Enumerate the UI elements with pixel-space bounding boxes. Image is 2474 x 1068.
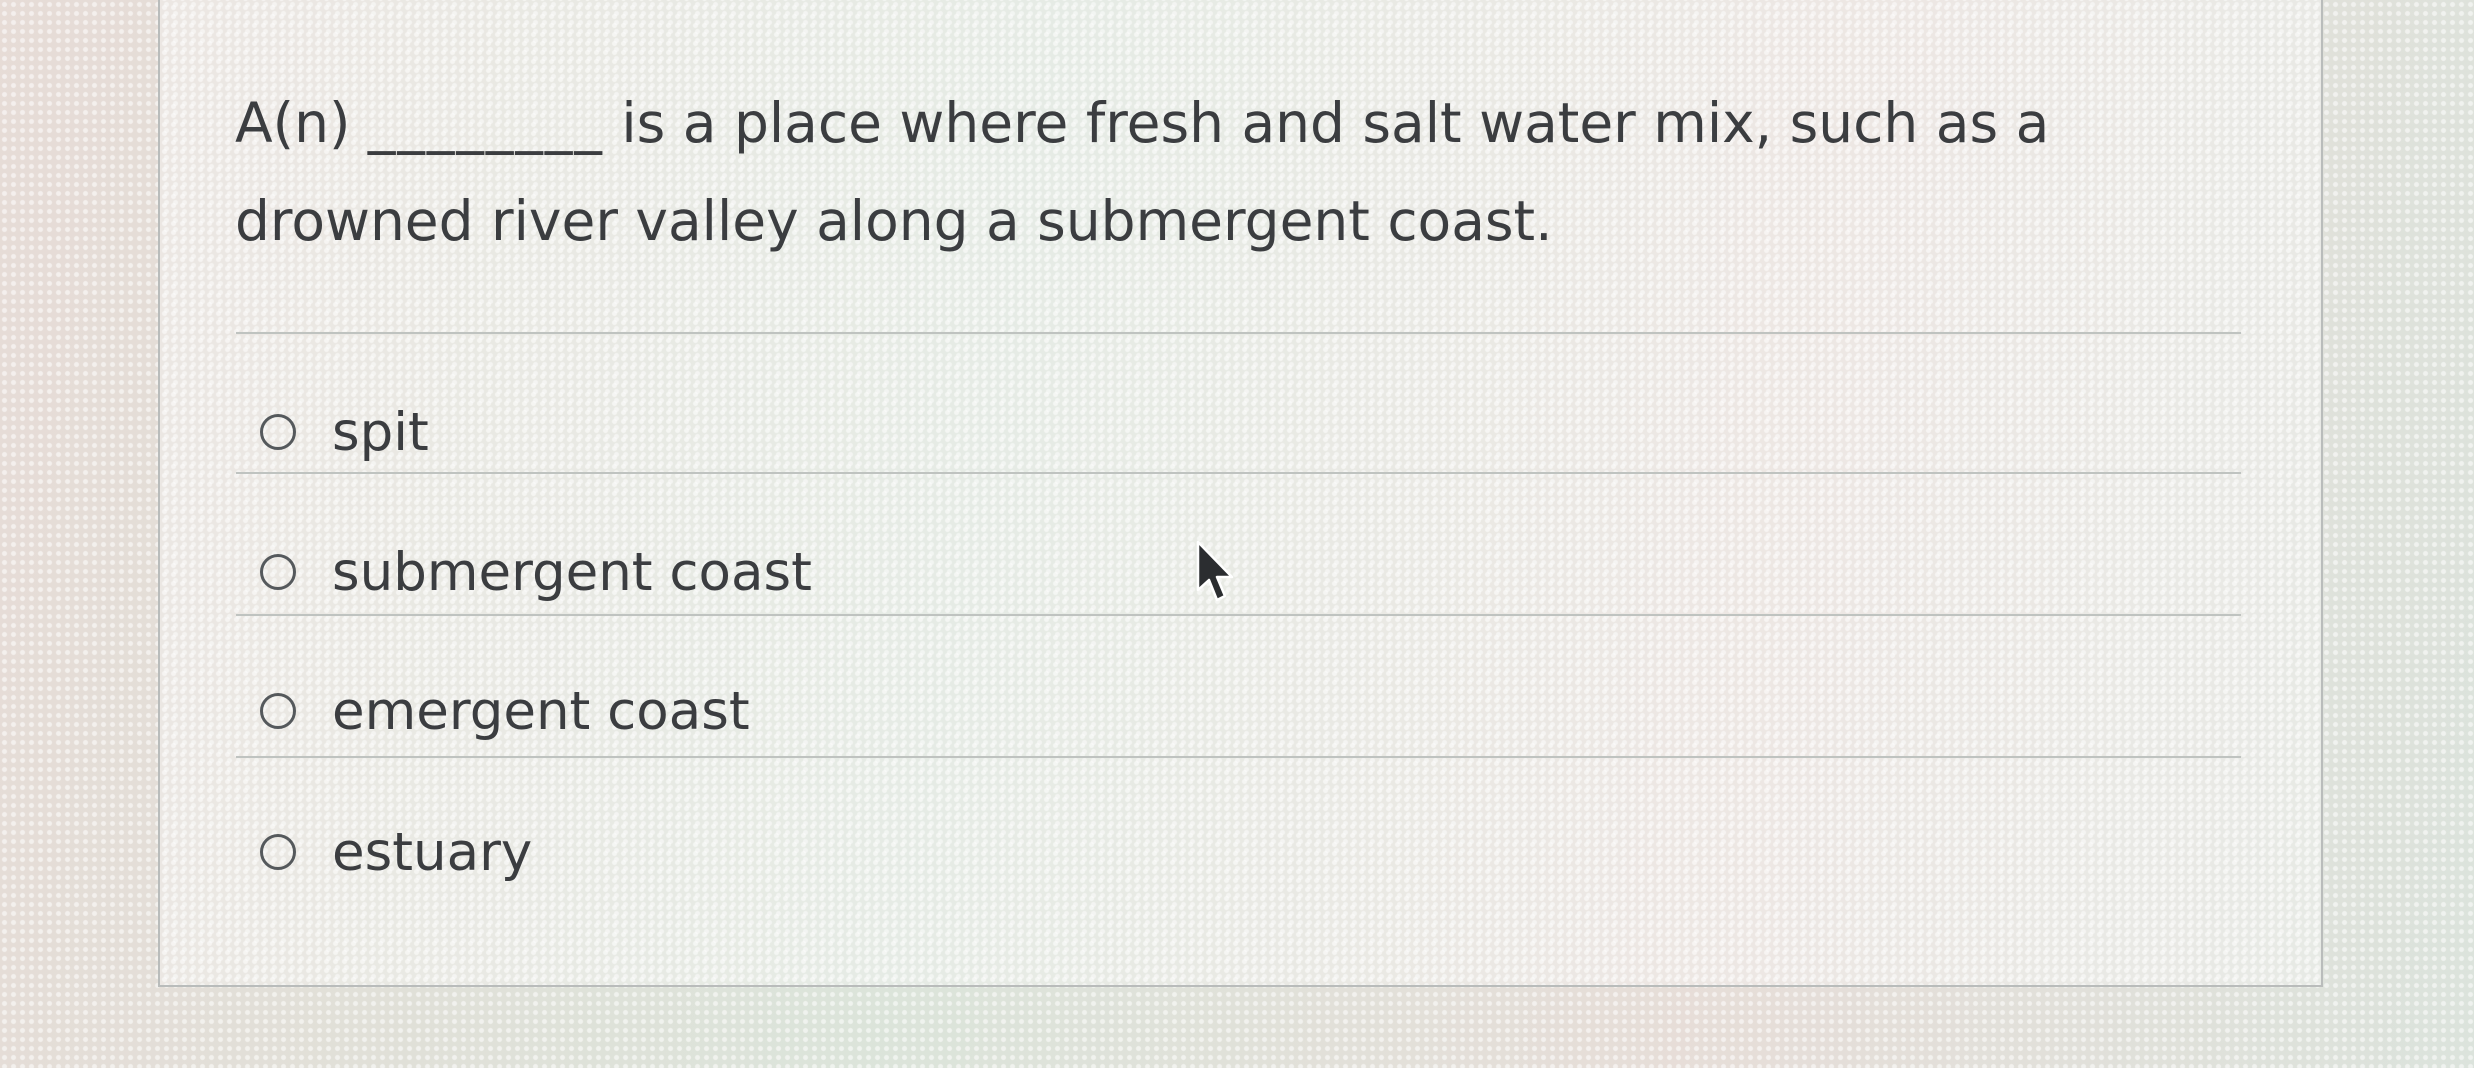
option-divider xyxy=(236,756,2241,758)
radio-button-icon[interactable] xyxy=(260,693,296,729)
question-divider xyxy=(236,332,2241,334)
option-label[interactable]: spit xyxy=(332,402,429,463)
option-label[interactable]: estuary xyxy=(332,822,532,883)
question-card: A(n) ________ is a place where fresh and… xyxy=(158,0,2323,987)
question-prefix: A(n) xyxy=(235,91,351,155)
option-label[interactable]: emergent coast xyxy=(332,681,750,742)
question-text: A(n) ________ is a place where fresh and… xyxy=(235,74,2275,270)
answer-option-emergent-coast[interactable]: emergent coast xyxy=(260,671,750,751)
answer-option-spit[interactable]: spit xyxy=(260,392,429,472)
answer-option-estuary[interactable]: estuary xyxy=(260,812,532,892)
option-divider xyxy=(236,614,2241,616)
answer-option-submergent-coast[interactable]: submergent coast xyxy=(260,532,812,612)
radio-button-icon[interactable] xyxy=(260,414,296,450)
option-label[interactable]: submergent coast xyxy=(332,542,812,603)
radio-button-icon[interactable] xyxy=(260,834,296,870)
answer-blank: ________ xyxy=(367,91,604,155)
radio-button-icon[interactable] xyxy=(260,554,296,590)
option-divider xyxy=(236,472,2241,474)
mouse-pointer-icon xyxy=(1196,540,1234,602)
